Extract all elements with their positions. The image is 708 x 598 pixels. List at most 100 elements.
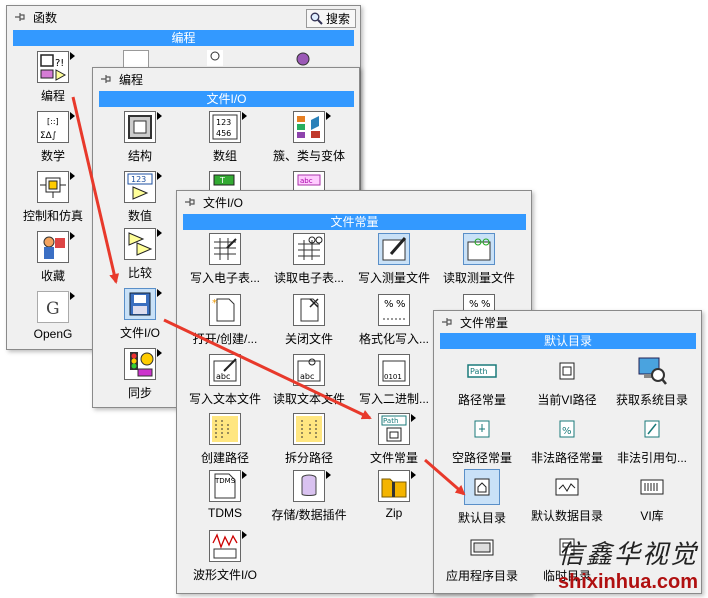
svg-text:Path: Path	[470, 367, 488, 376]
item-storage[interactable]: 存储/数据插件	[267, 470, 351, 523]
item-label: 写入电子表...	[189, 271, 260, 285]
zip-folder-icon	[378, 470, 416, 502]
control-sim-icon	[37, 171, 75, 203]
item-comparison[interactable]: 比较	[98, 228, 182, 281]
item-numeric[interactable]: 123 数值	[98, 171, 182, 224]
item-label: 簇、类与变体	[272, 149, 345, 163]
search-button[interactable]: 搜索	[305, 9, 356, 28]
pin-icon[interactable]	[440, 315, 454, 329]
programming-icon: ?!	[37, 51, 75, 83]
item-label: 格式化写入...	[358, 332, 429, 346]
palette-header: 文件I/O	[177, 191, 531, 213]
item-label: 存储/数据插件	[271, 508, 347, 522]
item-default-data-dir[interactable]: 默认数据目录	[525, 471, 609, 524]
item-label: 收藏	[40, 269, 65, 283]
item-math[interactable]: [::] Σ∆∫ 数学	[11, 111, 95, 164]
item-label: 创建路径	[200, 451, 249, 465]
system-dir-icon	[636, 355, 668, 387]
item-not-a-path[interactable]: % 非法路径常量	[525, 413, 609, 466]
item-zip[interactable]: Zip	[352, 470, 436, 520]
item-current-vi-path[interactable]: 当前VI路径	[525, 355, 609, 408]
item-label: 同步	[127, 386, 152, 400]
item-waveform-file[interactable]: 波形文件I/O	[183, 530, 267, 583]
svg-text:Σ∆∫: Σ∆∫	[40, 131, 57, 141]
item-build-path[interactable]: 创建路径	[183, 413, 267, 466]
item-control-sim[interactable]: 控制和仿真	[11, 171, 95, 224]
item-read-spreadsheet[interactable]: 读取电子表...	[267, 233, 351, 286]
category-bar: 文件常量	[183, 214, 526, 230]
item-array[interactable]: 123 456 数组	[183, 111, 267, 164]
svg-text:%: %	[396, 299, 406, 310]
item-label: 编程	[40, 89, 65, 103]
item-not-a-refnum[interactable]: 非法引用句...	[610, 413, 694, 466]
not-a-refnum-icon	[636, 413, 668, 445]
item-label: OpenG	[33, 327, 73, 341]
palette-title: 文件常量	[460, 315, 509, 330]
pin-icon[interactable]	[183, 195, 197, 209]
item-label: 文件I/O	[119, 326, 160, 340]
svg-text:TDMS: TDMS	[214, 477, 236, 485]
palette-header: 文件常量	[434, 311, 701, 333]
svg-text:T: T	[219, 176, 225, 185]
palette-title: 文件I/O	[203, 195, 244, 210]
item-label: TDMS	[208, 506, 242, 520]
svg-text:abc: abc	[300, 177, 313, 185]
svg-text:Path: Path	[383, 417, 398, 425]
math-icon: [::] Σ∆∫	[37, 111, 75, 143]
pin-icon[interactable]	[99, 72, 113, 86]
item-read-measurement[interactable]: 读取测量文件	[437, 233, 521, 286]
build-path-icon	[209, 413, 241, 445]
default-data-dir-icon	[551, 471, 583, 503]
path-constant-icon: Path	[466, 355, 498, 387]
gear-partial-icon[interactable]	[293, 50, 315, 66]
svg-text:0101: 0101	[384, 373, 402, 381]
item-label: 默认数据目录	[530, 509, 603, 523]
svg-text:%: %	[562, 426, 572, 437]
item-favorites[interactable]: 收藏	[11, 231, 95, 284]
item-cluster[interactable]: 簇、类与变体	[267, 111, 351, 164]
item-programming[interactable]: ?! 编程	[11, 51, 95, 104]
item-write-text[interactable]: abc 写入文本文件	[183, 354, 267, 407]
svg-text:%: %	[481, 299, 491, 310]
item-label: 结构	[127, 149, 152, 163]
item-vi-library[interactable]: VI库	[610, 471, 694, 524]
string-partial-icon[interactable]	[207, 50, 223, 66]
item-app-directory[interactable]: 应用程序目录	[440, 531, 524, 584]
item-label: 读取电子表...	[273, 271, 344, 285]
svg-text:123: 123	[216, 118, 231, 127]
format-write-icon: %%	[378, 294, 410, 326]
item-write-measurement[interactable]: 写入测量文件	[352, 233, 436, 286]
item-close-file[interactable]: 关闭文件	[267, 294, 351, 347]
current-vi-path-icon	[551, 355, 583, 387]
item-format-write[interactable]: %% 格式化写入...	[352, 294, 436, 347]
item-path-constant[interactable]: Path 路径常量	[440, 355, 524, 408]
item-get-system-dir[interactable]: 获取系统目录	[610, 355, 694, 408]
item-empty-path[interactable]: 空路径常量	[440, 413, 524, 466]
item-write-binary[interactable]: 0101 写入二进制...	[352, 354, 436, 407]
item-strip-path[interactable]: 拆分路径	[267, 413, 351, 466]
not-a-path-icon: %	[551, 413, 583, 445]
item-label: 控制和仿真	[22, 209, 83, 223]
item-tdms[interactable]: TDMS TDMS	[183, 470, 267, 520]
item-file-io[interactable]: 文件I/O	[98, 288, 182, 341]
tdms-icon: TDMS	[209, 470, 247, 502]
pin-icon[interactable]	[13, 10, 27, 24]
numeric-partial-icon[interactable]	[123, 50, 149, 68]
item-file-constants[interactable]: Path 文件常量	[352, 413, 436, 466]
item-open-create[interactable]: * 打开/创建/...	[183, 294, 267, 347]
item-label: 应用程序目录	[445, 569, 518, 583]
item-write-spreadsheet[interactable]: 写入电子表...	[183, 233, 267, 286]
item-sync[interactable]: 同步	[98, 348, 182, 401]
item-structures[interactable]: 结构	[98, 111, 182, 164]
item-read-text[interactable]: abc 读取文本文件	[267, 354, 351, 407]
item-label: Zip	[385, 506, 403, 520]
item-label: VI库	[640, 509, 664, 523]
write-spreadsheet-icon	[209, 233, 241, 265]
favorites-icon	[37, 231, 75, 263]
svg-text:abc: abc	[216, 372, 230, 381]
item-default-directory[interactable]: 默认目录	[440, 469, 524, 526]
item-openg[interactable]: G OpenG	[11, 291, 95, 341]
item-label: 当前VI路径	[537, 393, 597, 407]
numeric-icon: 123	[124, 171, 162, 203]
close-file-icon	[293, 294, 325, 326]
